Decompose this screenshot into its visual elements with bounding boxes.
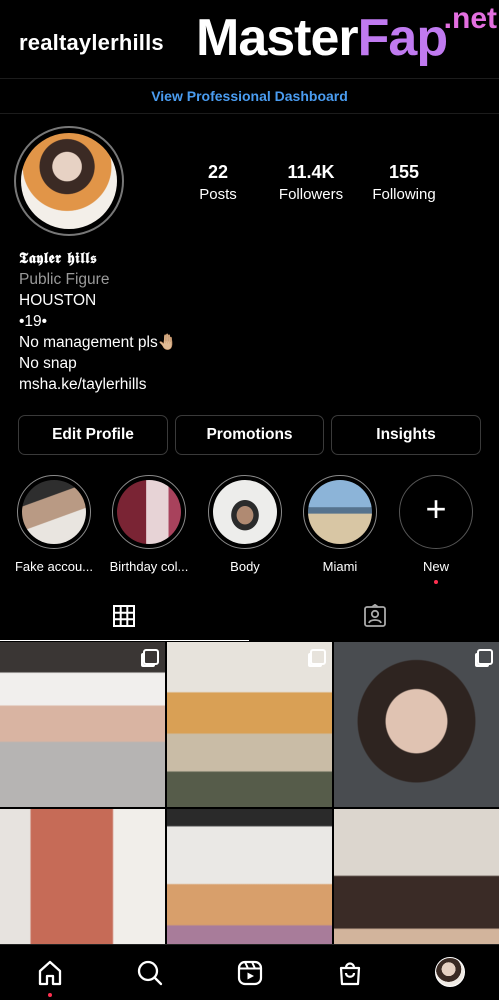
post-thumbnail[interactable]	[167, 809, 332, 944]
stat-label: Following	[372, 186, 436, 203]
profile-tabs	[0, 595, 499, 641]
nav-shop[interactable]	[300, 945, 400, 1000]
highlight-cover	[117, 480, 181, 544]
stat-value: 155	[388, 162, 420, 182]
highlight-label: New	[422, 559, 449, 574]
stat-value: 22	[207, 162, 229, 182]
profile-avatar[interactable]	[14, 126, 124, 236]
username[interactable]: realtaylerhills	[19, 30, 164, 56]
profile-avatar-icon	[435, 957, 465, 987]
tab-tagged[interactable]	[250, 595, 499, 641]
reels-icon	[237, 960, 263, 986]
highlight-item[interactable]: Miami	[292, 475, 388, 574]
profile-picture	[21, 133, 117, 229]
posts-grid	[0, 642, 499, 944]
stat-followers[interactable]: 11.4K Followers	[268, 162, 354, 203]
post-thumbnail[interactable]	[334, 809, 499, 944]
bio-link[interactable]: msha.ke/taylerhills	[19, 374, 479, 395]
plus-icon: +	[425, 488, 447, 529]
multiple-photos-icon	[477, 649, 493, 665]
dashboard-bar: View Professional Dashboard	[0, 78, 499, 114]
home-icon	[38, 960, 62, 986]
watermark-fap: Fap	[357, 9, 448, 67]
profile-actions: Edit Profile Promotions Insights	[18, 415, 481, 455]
bio-line: No management pls🤚🏼	[19, 334, 178, 351]
notification-dot	[48, 993, 52, 997]
tab-posts-grid[interactable]	[0, 595, 249, 641]
watermark: MasterFap .net	[196, 2, 499, 78]
post-thumbnail[interactable]	[334, 642, 499, 807]
profile-header: realtaylerhills MasterFap .net	[0, 0, 499, 78]
tagged-icon	[364, 604, 386, 627]
bio-line: •19•	[19, 313, 48, 330]
post-thumbnail[interactable]	[0, 642, 165, 807]
search-icon	[137, 960, 163, 986]
multiple-photos-icon	[143, 649, 159, 665]
category-label: Public Figure	[19, 271, 110, 288]
new-highlight-button[interactable]: + New	[388, 475, 484, 584]
highlight-cover	[22, 480, 86, 544]
bio-line: HOUSTON	[19, 292, 97, 309]
profile-stats: 22 Posts 11.4K Followers 155 Following	[180, 162, 460, 212]
watermark-net: .net	[443, 2, 497, 35]
story-highlights: Fake accou... Birthday col... Body Miami…	[0, 475, 499, 585]
shop-icon	[339, 962, 361, 986]
highlight-item[interactable]: Body	[197, 475, 293, 574]
display-name: 𝕿𝖆𝖞𝖑𝖊𝖗 𝖍𝖎𝖑𝖑𝖘	[19, 249, 98, 267]
highlight-label: Fake accou...	[14, 559, 94, 574]
highlight-label: Body	[230, 559, 260, 574]
nav-search[interactable]	[100, 945, 200, 1000]
highlight-label: Miami	[322, 559, 358, 574]
post-thumbnail[interactable]	[0, 809, 165, 944]
nav-home[interactable]	[0, 945, 100, 1000]
watermark-master: Master	[196, 9, 359, 67]
multiple-photos-icon	[310, 649, 326, 665]
insights-button[interactable]: Insights	[331, 415, 481, 455]
bottom-navigation	[0, 944, 499, 1000]
nav-profile[interactable]	[400, 945, 499, 1000]
edit-profile-button[interactable]: Edit Profile	[18, 415, 168, 455]
stat-value: 11.4K	[287, 162, 335, 182]
stat-label: Posts	[199, 186, 237, 203]
post-thumbnail[interactable]	[167, 642, 332, 807]
highlight-item[interactable]: Fake accou...	[6, 475, 102, 574]
highlight-cover	[308, 480, 372, 544]
highlight-label: Birthday col...	[109, 559, 189, 574]
notification-dot	[434, 580, 438, 584]
view-professional-dashboard-link[interactable]: View Professional Dashboard	[0, 88, 499, 104]
stat-posts[interactable]: 22 Posts	[180, 162, 256, 203]
nav-reels[interactable]	[200, 945, 300, 1000]
stat-following[interactable]: 155 Following	[366, 162, 442, 203]
bio-line: No snap	[19, 355, 77, 372]
grid-icon	[113, 605, 135, 627]
profile-bio: 𝕿𝖆𝖞𝖑𝖊𝖗 𝖍𝖎𝖑𝖑𝖘 Public Figure HOUSTON •19• …	[19, 248, 479, 395]
highlight-item[interactable]: Birthday col...	[101, 475, 197, 574]
promotions-button[interactable]: Promotions	[175, 415, 324, 455]
highlight-cover	[213, 480, 277, 544]
stat-label: Followers	[278, 186, 344, 203]
